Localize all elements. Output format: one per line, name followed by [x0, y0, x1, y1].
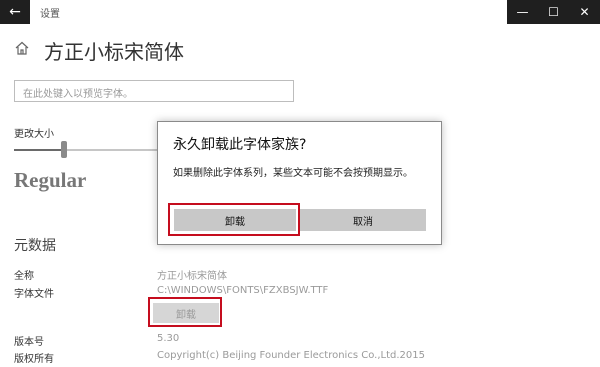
close-button[interactable]: ✕ — [569, 0, 600, 24]
size-slider-thumb[interactable] — [61, 141, 67, 158]
window-title: 设置 — [40, 9, 60, 20]
back-button[interactable]: ← — [0, 0, 30, 24]
version-label: 版本号 — [14, 337, 44, 348]
metadata-section-title: 元数据 — [14, 238, 56, 254]
copyright-value: Copyright(c) Beijing Founder Electronics… — [157, 350, 425, 361]
version-value: 5.30 — [157, 333, 180, 344]
preview-text-input[interactable]: 在此处键入以预览字体。 — [14, 80, 294, 102]
maximize-icon: ☐ — [548, 5, 559, 19]
confirm-highlight-box — [168, 203, 300, 236]
full-name-value: 方正小标宋简体 — [157, 271, 227, 282]
size-slider-fill — [14, 149, 64, 151]
close-icon: ✕ — [579, 5, 590, 19]
copyright-label: 版权所有 — [14, 354, 54, 365]
preview-input-placeholder: 在此处键入以预览字体。 — [23, 89, 133, 100]
cancel-button[interactable]: 取消 — [300, 209, 426, 231]
minimize-icon: — — [516, 5, 529, 19]
dialog-title: 永久卸载此字体家族? — [173, 137, 307, 153]
title-bar: ← 设置 — ☐ ✕ — [0, 0, 600, 24]
home-icon[interactable] — [15, 41, 29, 55]
minimize-button[interactable]: — — [507, 0, 538, 24]
maximize-button[interactable]: ☐ — [538, 0, 569, 24]
uninstall-confirm-dialog: 永久卸载此字体家族? 如果删除此字体系列，某些文本可能不会按预期显示。 卸载 取… — [157, 121, 442, 245]
font-file-label: 字体文件 — [14, 289, 54, 300]
dialog-message: 如果删除此字体系列，某些文本可能不会按预期显示。 — [173, 168, 413, 179]
full-name-label: 全称 — [14, 271, 34, 282]
window-controls: — ☐ ✕ — [507, 0, 600, 24]
cancel-button-label: 取消 — [353, 216, 373, 228]
font-sample-text: Regular — [14, 168, 87, 192]
font-file-value: C:\WINDOWS\FONTS\FZXBSJW.TTF — [157, 285, 329, 296]
back-arrow-icon: ← — [9, 4, 21, 20]
page-title: 方正小标宋简体 — [44, 40, 184, 64]
uninstall-highlight-box — [148, 297, 222, 327]
size-label: 更改大小 — [14, 129, 54, 140]
